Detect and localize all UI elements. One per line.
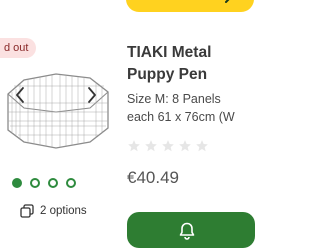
rating-stars[interactable] — [127, 139, 209, 153]
gallery-dot[interactable] — [30, 178, 40, 188]
gallery-dot[interactable] — [48, 178, 58, 188]
variants-icon — [20, 204, 34, 218]
product-title[interactable]: TIAKI Metal Puppy Pen — [127, 42, 247, 86]
star-icon — [145, 140, 157, 152]
bell-icon — [179, 222, 195, 240]
arrow-icon — [225, 0, 230, 3]
star-icon — [162, 140, 174, 152]
chevron-left-icon[interactable] — [14, 86, 26, 104]
product-price: €40.49 — [127, 168, 179, 187]
star-icon — [179, 140, 191, 152]
options-link[interactable]: 2 options — [20, 204, 87, 218]
product-image — [7, 73, 109, 149]
gallery-dot[interactable] — [66, 178, 76, 188]
product-size: Size M: 8 Panels each 61 x 76cm (W — [127, 92, 235, 124]
star-icon — [128, 140, 140, 152]
sold-out-badge: d out — [0, 38, 37, 58]
gallery-dot[interactable] — [12, 178, 22, 188]
top-action-button[interactable] — [126, 0, 254, 12]
gallery-pagination — [12, 178, 76, 188]
star-icon — [196, 140, 208, 152]
options-label: 2 options — [40, 205, 87, 217]
notify-button[interactable] — [127, 212, 255, 248]
chevron-right-icon[interactable] — [86, 86, 98, 104]
